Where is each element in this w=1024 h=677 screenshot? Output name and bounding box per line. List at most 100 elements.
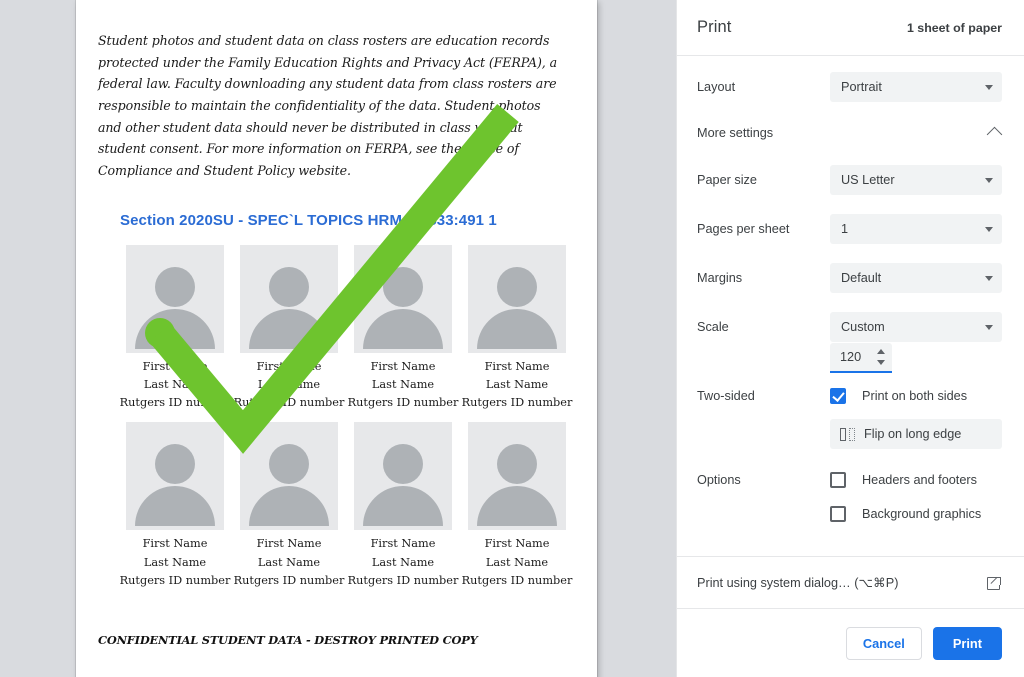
student-avatar-placeholder-icon <box>126 244 224 353</box>
headers-and-footers-checkbox[interactable] <box>830 472 846 488</box>
student-id: Rutgers ID number <box>233 396 345 410</box>
student-avatar-placeholder-icon <box>354 422 452 531</box>
setting-row-two-sided: Two-sided Print on both sides <box>677 379 1024 413</box>
setting-row-pages-per-sheet: Pages per sheet 1 <box>677 204 1024 253</box>
scale-label: Scale <box>697 319 729 334</box>
pages-per-sheet-label: Pages per sheet <box>697 221 790 236</box>
student-id: Rutgers ID number <box>461 396 573 410</box>
external-link-icon <box>987 575 1002 590</box>
chevron-down-icon <box>985 226 993 232</box>
student-id: Rutgers ID number <box>119 396 231 410</box>
student-last-name: Last Name <box>371 377 435 391</box>
print-on-both-sides-checkbox[interactable] <box>830 388 846 404</box>
setting-row-layout: Layout Portrait <box>677 62 1024 111</box>
print-preview-window: Student photos and student data on class… <box>0 0 1024 677</box>
student-first-name: First Name <box>484 359 550 373</box>
scale-select-value: Custom <box>841 319 885 334</box>
student-last-name: Last Name <box>257 555 321 569</box>
print-settings-panel: Print 1 sheet of paper Layout Portrait M… <box>676 0 1024 677</box>
student-card: First Name Last Name Rutgers ID number <box>460 244 574 413</box>
options-label: Options <box>697 473 741 487</box>
more-settings-toggle[interactable]: More settings <box>677 111 1024 155</box>
student-card: First Name Last Name Rutgers ID number <box>118 244 232 413</box>
student-first-name: First Name <box>370 359 436 373</box>
scale-custom-input[interactable]: 120 <box>830 343 892 373</box>
setting-row-headers-footers: Options Headers and footers <box>677 463 1024 497</box>
print-dialog-actions: Cancel Print <box>677 608 1024 677</box>
student-card: First Name Last Name Rutgers ID number <box>346 244 460 413</box>
student-roster-grid: First Name Last Name Rutgers ID number F… <box>118 244 575 591</box>
flip-edge-select[interactable]: Flip on long edge <box>830 419 1002 449</box>
chevron-down-icon <box>985 324 993 330</box>
print-dialog-title: Print <box>697 18 732 36</box>
print-using-system-dialog-link[interactable]: Print using system dialog… (⌥⌘P) <box>677 556 1024 608</box>
sheet-count-label: 1 sheet of paper <box>906 20 1002 35</box>
student-first-name: First Name <box>256 359 322 373</box>
setting-row-flip-edge: Flip on long edge <box>677 419 1024 449</box>
student-avatar-placeholder-icon <box>240 422 338 531</box>
setting-row-background-graphics: Background graphics <box>677 497 1024 531</box>
student-avatar-placeholder-icon <box>240 244 338 353</box>
margins-label: Margins <box>697 270 743 285</box>
student-first-name: First Name <box>256 537 322 551</box>
student-last-name: Last Name <box>371 555 435 569</box>
scale-stepper[interactable] <box>876 349 885 365</box>
chevron-down-icon <box>985 84 993 90</box>
student-avatar-placeholder-icon <box>126 422 224 531</box>
chevron-down-icon <box>985 177 993 183</box>
headers-and-footers-label[interactable]: Headers and footers <box>862 473 977 487</box>
margins-select[interactable]: Default <box>830 262 1002 293</box>
chevron-up-icon <box>986 126 1003 143</box>
student-first-name: First Name <box>484 537 550 551</box>
cancel-button[interactable]: Cancel <box>845 626 922 660</box>
layout-select[interactable]: Portrait <box>830 71 1002 102</box>
system-dialog-label: Print using system dialog… (⌥⌘P) <box>697 576 899 590</box>
student-id: Rutgers ID number <box>233 574 345 588</box>
background-graphics-label[interactable]: Background graphics <box>862 507 981 521</box>
setting-row-scale-custom: 120 <box>677 343 1024 373</box>
print-preview-area[interactable]: Student photos and student data on class… <box>0 0 676 677</box>
student-last-name: Last Name <box>143 555 207 569</box>
background-graphics-checkbox[interactable] <box>830 506 846 522</box>
student-id: Rutgers ID number <box>461 574 573 588</box>
pages-per-sheet-select[interactable]: 1 <box>830 213 1002 244</box>
stepper-down-icon[interactable] <box>876 360 885 365</box>
layout-label: Layout <box>697 79 736 94</box>
confidential-footer: CONFIDENTIAL STUDENT DATA - DESTROY PRIN… <box>98 633 478 647</box>
student-avatar-placeholder-icon <box>468 422 566 531</box>
more-settings-label: More settings <box>697 126 774 140</box>
student-last-name: Last Name <box>143 377 207 391</box>
preview-page: Student photos and student data on class… <box>76 0 597 677</box>
student-first-name: First Name <box>142 359 208 373</box>
pages-per-sheet-select-value: 1 <box>841 221 849 236</box>
options-group: Options Headers and footers Background g… <box>677 463 1024 531</box>
student-card: First Name Last Name Rutgers ID number <box>232 244 346 413</box>
paper-size-select[interactable]: US Letter <box>830 164 1002 195</box>
paper-size-select-value: US Letter <box>841 172 895 187</box>
paper-size-label: Paper size <box>697 172 757 187</box>
student-card: First Name Last Name Rutgers ID number <box>118 422 232 590</box>
print-on-both-sides-label[interactable]: Print on both sides <box>862 389 967 403</box>
student-first-name: First Name <box>142 537 208 551</box>
print-settings-list: Layout Portrait More settings Paper size <box>677 56 1024 556</box>
layout-select-value: Portrait <box>841 79 882 94</box>
setting-row-paper-size: Paper size US Letter <box>677 155 1024 204</box>
flip-long-edge-icon <box>840 427 855 441</box>
ferpa-notice-paragraph: Student photos and student data on class… <box>98 33 558 178</box>
student-id: Rutgers ID number <box>119 574 231 588</box>
two-sided-label: Two-sided <box>697 389 755 403</box>
setting-row-margins: Margins Default <box>677 253 1024 302</box>
stepper-up-icon[interactable] <box>876 349 885 354</box>
flip-edge-select-value: Flip on long edge <box>864 427 962 441</box>
student-card: First Name Last Name Rutgers ID number <box>460 422 574 590</box>
student-last-name: Last Name <box>257 377 321 391</box>
section-title: Section 2020SU - SPEC`L TOPICS HRM 52:53… <box>120 211 497 229</box>
student-id: Rutgers ID number <box>347 396 459 410</box>
student-last-name: Last Name <box>485 555 549 569</box>
student-avatar-placeholder-icon <box>468 244 566 353</box>
student-first-name: First Name <box>370 537 436 551</box>
print-button[interactable]: Print <box>932 626 1002 660</box>
chevron-down-icon <box>985 275 993 281</box>
scale-custom-value: 120 <box>840 350 862 364</box>
scale-select[interactable]: Custom <box>830 311 1002 342</box>
